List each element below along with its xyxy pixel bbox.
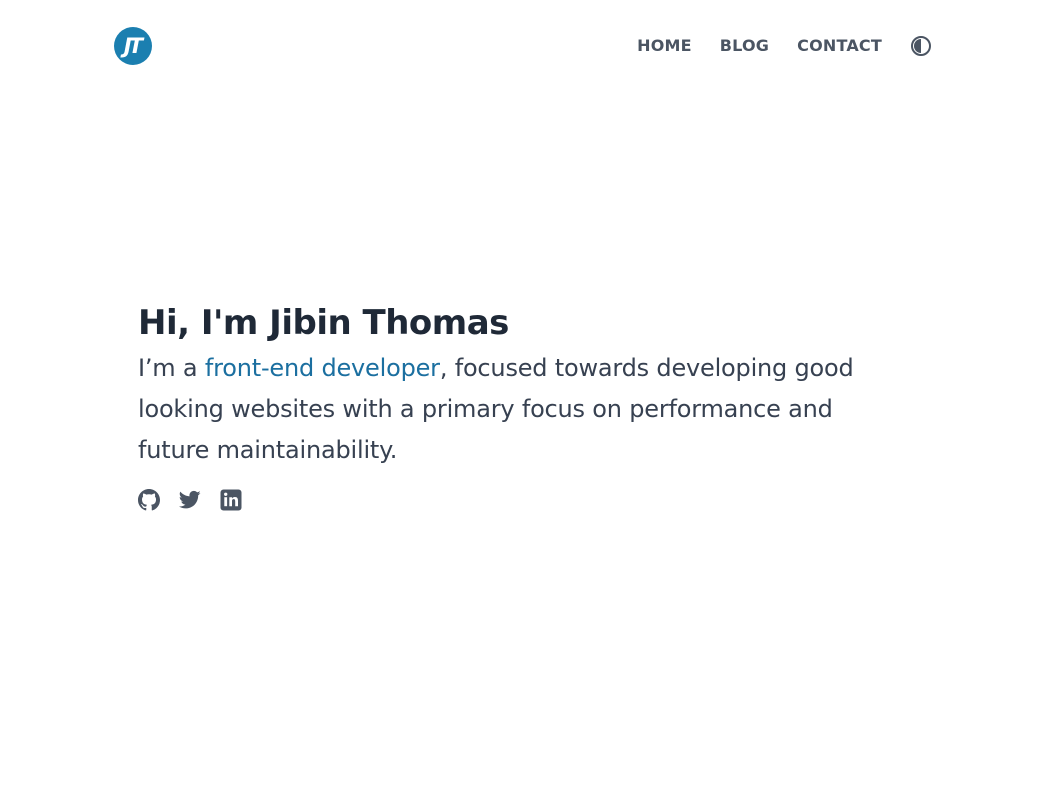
intro-prefix: I’m a (138, 354, 205, 382)
twitter-icon (179, 490, 201, 509)
hero-title: Hi, I'm Jibin Thomas (138, 303, 509, 343)
site-logo[interactable]: JT (114, 27, 152, 65)
main-nav: HOME BLOG CONTACT (637, 34, 932, 58)
twitter-link[interactable] (179, 489, 201, 511)
contrast-icon (911, 36, 931, 56)
github-icon (138, 489, 160, 511)
site-header: JT HOME BLOG CONTACT (0, 0, 1050, 92)
theme-toggle-button[interactable] (910, 35, 932, 57)
front-end-developer-link[interactable]: front-end developer (205, 354, 440, 382)
linkedin-icon (220, 489, 242, 511)
linkedin-link[interactable] (220, 489, 242, 511)
github-link[interactable] (138, 489, 160, 511)
nav-blog-link[interactable]: BLOG (720, 34, 769, 58)
social-links (138, 489, 898, 511)
hero-section: Hi, I'm Jibin Thomas I’m a front-end dev… (138, 300, 898, 511)
nav-home-link[interactable]: HOME (637, 34, 692, 58)
nav-contact-link[interactable]: CONTACT (797, 34, 882, 58)
logo-text: JT (123, 33, 143, 58)
hero-intro: I’m a front-end developer, focused towar… (138, 348, 898, 471)
